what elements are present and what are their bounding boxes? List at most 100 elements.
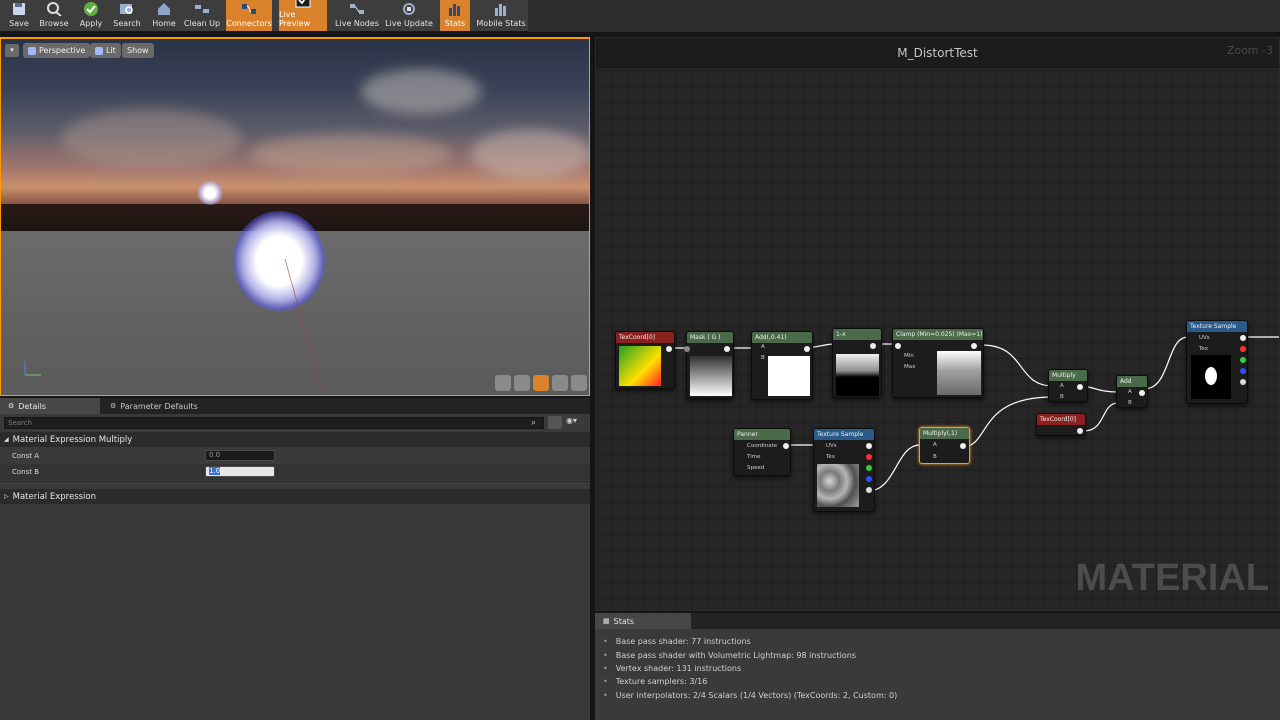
connectors-button[interactable]: Connectors — [226, 0, 272, 31]
apply-check-icon — [81, 1, 101, 17]
sphere-preview-icon[interactable] — [514, 375, 530, 391]
property-const-a: Const A 0.0 — [0, 448, 590, 464]
stats-icon: ▦ — [603, 617, 610, 625]
mesh-preview-icon[interactable] — [571, 375, 587, 391]
main-toolbar: Save Browse Apply Search Home Clean Up C… — [0, 0, 1280, 32]
tab-stats[interactable]: ▦ Stats — [595, 613, 691, 629]
live-preview-button[interactable]: Live Preview — [279, 0, 327, 31]
show-button[interactable]: Show — [122, 43, 154, 58]
live-preview-icon — [293, 0, 313, 8]
node-add-041[interactable]: Add(,0.41) A B — [751, 331, 813, 400]
tab-parameter-defaults[interactable]: ⚙ Parameter Defaults — [102, 398, 214, 414]
clean-up-button[interactable]: Clean Up — [183, 0, 221, 31]
browse-icon — [44, 1, 64, 17]
input-pin[interactable] — [684, 346, 690, 352]
preview-viewport[interactable]: ▾ Perspective Lit Show — [0, 37, 590, 396]
details-search-input[interactable]: Search — [4, 417, 544, 429]
output-a-pin[interactable] — [866, 487, 872, 493]
category-material-expression[interactable]: ▷ Material Expression — [0, 489, 590, 504]
output-rgb-pin[interactable] — [1240, 335, 1246, 341]
output-pin[interactable] — [804, 346, 810, 352]
live-update-button[interactable]: Live Update — [385, 0, 433, 31]
node-one-minus[interactable]: 1-x — [832, 328, 882, 398]
node-mask[interactable]: Mask ( G ) — [684, 331, 734, 399]
stats-line: Base pass shader with Volumetric Lightma… — [603, 648, 897, 661]
const-a-field[interactable]: 0.0 — [205, 450, 275, 461]
stats-panel: ▦ Stats Base pass shader: 77 instruction… — [595, 613, 1280, 720]
tab-details[interactable]: ⚙ Details — [0, 398, 100, 414]
cylinder-preview-icon[interactable] — [495, 375, 511, 391]
output-a-pin[interactable] — [1240, 379, 1246, 385]
perspective-button[interactable]: Perspective — [23, 43, 91, 58]
output-b-pin[interactable] — [866, 476, 872, 482]
material-watermark: MATERIAL — [1075, 557, 1270, 599]
details-icon: ⚙ — [8, 402, 15, 410]
output-pin[interactable] — [1077, 384, 1083, 390]
cube-preview-icon[interactable] — [552, 375, 568, 391]
material-graph[interactable]: M_DistortTest Zoom -3 TexCoord[0] Mask (… — [595, 37, 1280, 611]
const-b-field[interactable]: 1.0 — [205, 466, 275, 477]
output-pin[interactable] — [1139, 390, 1145, 396]
live-nodes-button[interactable]: Live Nodes — [334, 0, 380, 31]
viewport-overlay — [24, 258, 324, 395]
mobile-stats-icon — [491, 1, 511, 17]
output-g-pin[interactable] — [866, 465, 872, 471]
apply-button[interactable]: Apply — [76, 0, 106, 31]
save-icon — [9, 1, 29, 17]
save-button[interactable]: Save — [4, 0, 34, 31]
node-texture-sample-2[interactable]: Texture Sample UVs Tex — [813, 428, 875, 512]
node-texcoord[interactable]: TexCoord[0] — [615, 331, 675, 389]
perspective-icon — [28, 46, 36, 55]
output-r-pin[interactable] — [1240, 346, 1246, 352]
expand-arrow-icon: ▷ — [4, 493, 9, 500]
input-pin[interactable] — [895, 343, 901, 349]
node-multiply[interactable]: Multiply A B — [1048, 369, 1088, 402]
stats-tabbar: ▦ Stats — [595, 613, 1280, 629]
node-clamp[interactable]: Clamp (Min=0.025) (Max=1) Min Max — [892, 328, 984, 398]
live-nodes-icon — [347, 1, 367, 17]
divider — [0, 481, 590, 482]
browse-button[interactable]: Browse — [37, 0, 71, 31]
noise-texture-preview — [817, 464, 859, 507]
node-texcoord-2[interactable]: TexCoord[0] — [1036, 413, 1086, 436]
lit-button[interactable]: Lit — [90, 43, 121, 58]
one-minus-preview — [836, 354, 879, 396]
parameter-defaults-icon: ⚙ — [110, 402, 117, 410]
category-material-expression-multiply[interactable]: ◢ Material Expression Multiply — [0, 432, 590, 447]
output-r-pin[interactable] — [866, 454, 872, 460]
output-pin[interactable] — [870, 343, 876, 349]
output-pin[interactable] — [1077, 428, 1083, 434]
add-preview — [768, 356, 810, 396]
output-pin[interactable] — [783, 443, 789, 449]
stats-line: Texture samplers: 3/16 — [603, 675, 897, 688]
output-pin[interactable] — [960, 443, 966, 449]
stats-button[interactable]: Stats — [440, 0, 470, 31]
output-pin[interactable] — [724, 346, 730, 352]
output-g-pin[interactable] — [1240, 357, 1246, 363]
mask-preview — [690, 356, 732, 396]
property-const-b: Const B 1.0 — [0, 464, 590, 480]
output-b-pin[interactable] — [1240, 368, 1246, 374]
home-button[interactable]: Home — [149, 0, 179, 31]
property-matrix-icon[interactable] — [548, 416, 562, 429]
node-add[interactable]: Add A B — [1116, 375, 1148, 408]
live-update-icon — [399, 1, 419, 17]
node-multiply-selected[interactable]: Multiply(,1) A B — [919, 427, 970, 464]
output-rgb-pin[interactable] — [866, 443, 872, 449]
connectors-icon — [239, 1, 259, 17]
output-pin[interactable] — [971, 343, 977, 349]
home-icon — [154, 1, 174, 17]
stats-line: Vertex shader: 131 instructions — [603, 662, 897, 675]
search-icon — [117, 1, 137, 17]
clamp-preview — [937, 351, 981, 395]
toolbar-empty-area — [528, 0, 1280, 32]
stats-line: User interpolators: 2/4 Scalars (1/4 Vec… — [603, 689, 897, 702]
node-panner[interactable]: Panner Coordinate Time Speed — [733, 428, 791, 476]
view-options-eye-icon[interactable]: ◉▾ — [566, 416, 586, 429]
search-button[interactable]: Search — [111, 0, 143, 31]
plane-preview-icon[interactable] — [533, 375, 549, 391]
output-pin[interactable] — [666, 346, 672, 352]
viewport-options-dropdown[interactable]: ▾ — [5, 44, 19, 57]
mobile-stats-button[interactable]: Mobile Stats — [476, 0, 526, 31]
node-texture-sample[interactable]: Texture Sample UVs Tex — [1186, 320, 1248, 404]
